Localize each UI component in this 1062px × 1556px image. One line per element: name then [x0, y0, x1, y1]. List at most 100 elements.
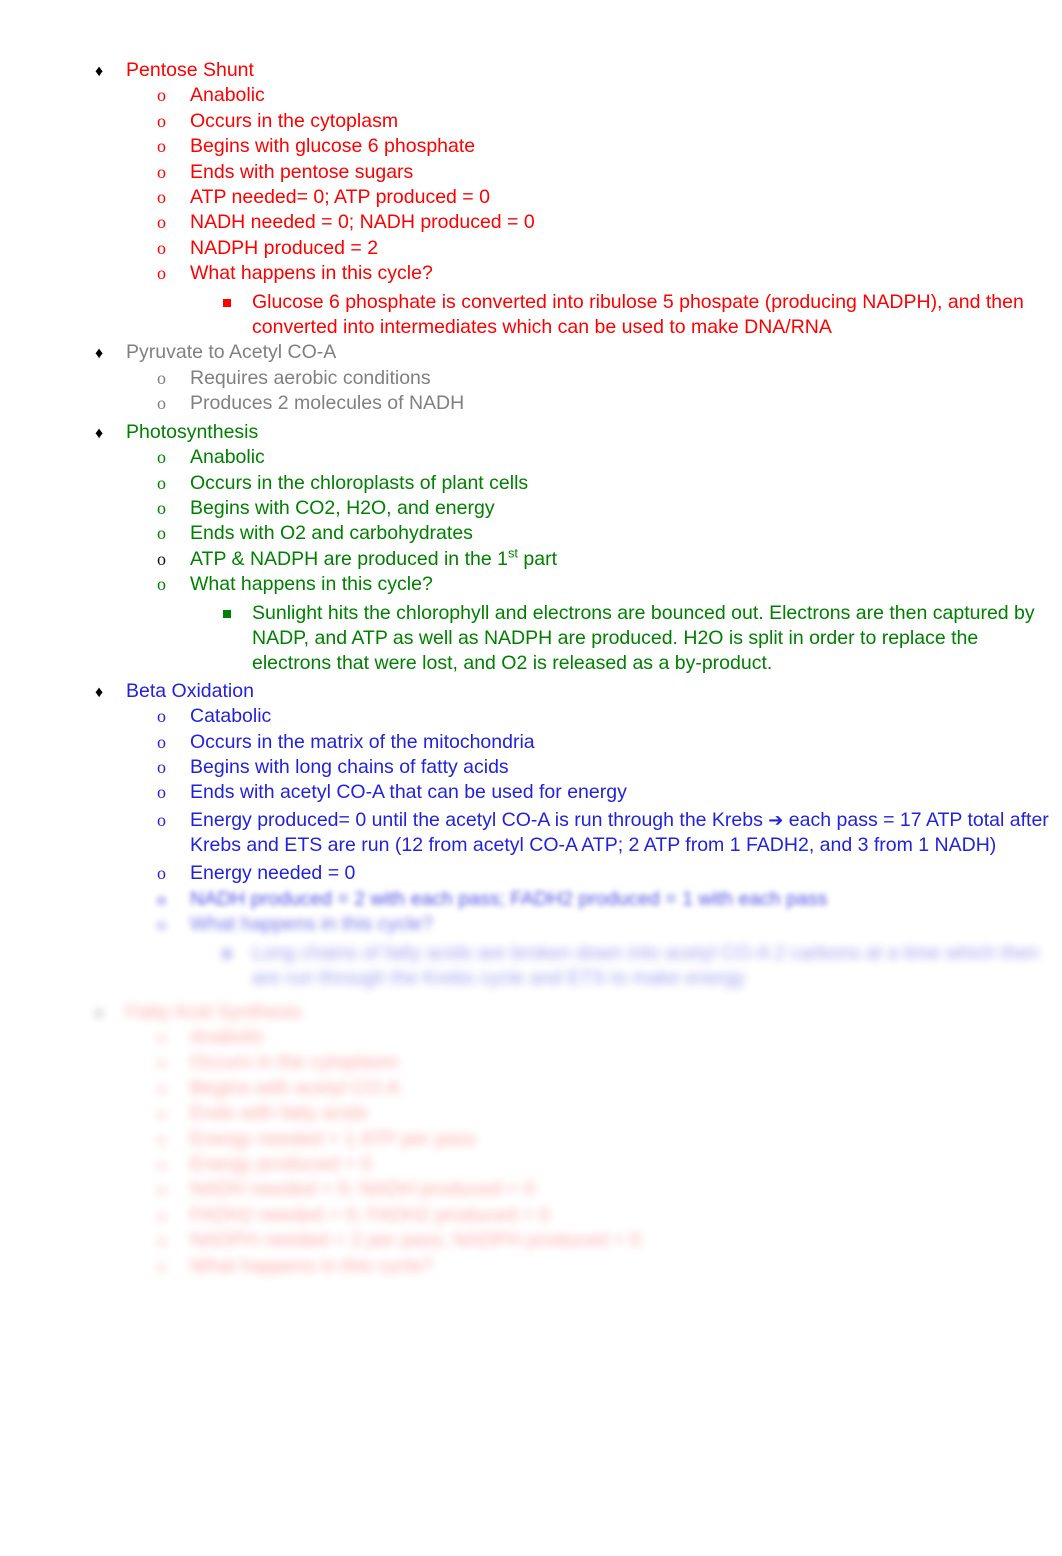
circle-bullet-icon: o: [157, 731, 166, 752]
circle-bullet-icon: o: [157, 367, 166, 388]
detail-item-label: Glucose 6 phosphate is converted into ri…: [252, 290, 1024, 339]
list-item-label: Occurs in the cytoplasm: [190, 109, 399, 132]
list-item-label: Occurs in the matrix of the mitochondria: [190, 730, 535, 753]
diamond-bullet-icon: ♦: [95, 1004, 104, 1022]
list-item-label: NADPH produced = 2: [190, 236, 379, 259]
obscured-list-item-label: Energy needed = 1 ATP per pass: [190, 1127, 477, 1150]
section-pyruvate-to-acetyl-coa: ♦ Pyruvate to Acetyl CO-A o Requires aer…: [0, 340, 1062, 416]
list-item-label: Produces 2 molecules of NADH: [190, 392, 465, 415]
circle-bullet-icon: o: [157, 523, 166, 544]
section-fatty-acid-synthesis: ♦ Fatty Acid Synthesis o Anabolic o Occu…: [0, 1000, 1062, 1279]
list-item-label: What happens in this cycle?: [190, 262, 433, 285]
list-item-energy-produced: o Energy produced= 0 until the acetyl CO…: [0, 808, 1062, 859]
circle-bullet-icon: o: [157, 706, 166, 727]
list-item: o Produces 2 molecules of NADH: [0, 391, 1062, 416]
list-item-label: NADH needed = 0; NADH produced = 0: [190, 211, 535, 234]
obscured-list-item: o Anabolic: [0, 1025, 1062, 1050]
circle-bullet-icon: o: [157, 914, 166, 935]
list-item-label: What happens in this cycle?: [190, 573, 433, 596]
obscured-list-item: o NADH needed = 0; NADH produced = 0: [0, 1177, 1062, 1202]
list-item: o Occurs in the matrix of the mitochondr…: [0, 730, 1062, 755]
list-item: o Occurs in the cytoplasm: [0, 109, 1062, 134]
obscured-list-item: o Occurs in the cytoplasm: [0, 1050, 1062, 1075]
circle-bullet-icon: o: [157, 1255, 166, 1276]
circle-bullet-icon: o: [157, 263, 166, 284]
detail-item: Sunlight hits the chlorophyll and electr…: [0, 601, 1062, 677]
right-arrow-icon: ➔: [768, 809, 784, 831]
section-heading: ♦ Pentose Shunt: [0, 58, 1062, 83]
circle-bullet-icon: o: [157, 1154, 166, 1175]
diamond-bullet-icon: ♦: [95, 345, 104, 363]
list-item-label: Energy needed = 0: [190, 861, 356, 884]
obscured-list-item-label: NADPH needed = 2 per pass; NADPH produce…: [190, 1229, 641, 1252]
obscured-list-item-label: Anabolic: [190, 1026, 265, 1049]
circle-bullet-icon: o: [157, 1128, 166, 1149]
obscured-list-item: o Begins with acetyl CO-A: [0, 1076, 1062, 1101]
list-item: o Anabolic: [0, 83, 1062, 108]
section-heading-label: Beta Oxidation: [126, 679, 254, 702]
list-item: o NADH needed = 0; NADH produced = 0: [0, 210, 1062, 235]
obscured-list-item: o What happens in this cycle?: [0, 912, 1062, 937]
obscured-list-item: o Energy needed = 1 ATP per pass: [0, 1127, 1062, 1152]
list-item: o What happens in this cycle?: [0, 261, 1062, 286]
list-item: o Requires aerobic conditions: [0, 366, 1062, 391]
diamond-bullet-icon: ♦: [95, 424, 104, 442]
obscured-list-item-label: Energy produced = 0: [190, 1153, 372, 1176]
list-item-label: Begins with glucose 6 phosphate: [190, 135, 476, 158]
list-item: o Ends with O2 and carbohydrates: [0, 521, 1062, 546]
square-bullet-icon: [223, 298, 231, 307]
list-item-label: Anabolic: [190, 446, 265, 469]
list-item-label: Requires aerobic conditions: [190, 366, 431, 389]
list-item-label: Catabolic: [190, 705, 272, 728]
circle-bullet-icon: o: [157, 1027, 166, 1048]
ordinal-suffix: st: [507, 545, 518, 561]
list-item: o Occurs in the chloroplasts of plant ce…: [0, 471, 1062, 496]
outline-body: ♦ Pentose Shunt o Anabolic o Occurs in t…: [0, 58, 1062, 1279]
section-pentose-shunt: ♦ Pentose Shunt o Anabolic o Occurs in t…: [0, 58, 1062, 340]
circle-bullet-icon: o: [157, 1230, 166, 1251]
circle-bullet-icon: o: [157, 136, 166, 157]
obscured-list-item: o Energy produced = 0: [0, 1152, 1062, 1177]
obscured-detail-item: Long chains of fatty acids are broken do…: [0, 941, 1062, 992]
circle-bullet-icon: o: [157, 237, 166, 258]
obscured-list-item-label: What happens in this cycle?: [190, 913, 433, 936]
square-bullet-icon: [223, 949, 231, 958]
obscured-list-item-label: NADH produced = 2 with each pass; FADH2 …: [190, 888, 828, 910]
list-item-label: Begins with long chains of fatty acids: [190, 755, 509, 778]
circle-bullet-icon: o: [157, 472, 166, 493]
circle-bullet-icon: o: [157, 497, 166, 518]
section-heading-label: Pentose Shunt: [126, 59, 254, 81]
circle-bullet-icon: o: [157, 862, 166, 883]
circle-bullet-icon: o: [157, 1204, 166, 1225]
obscured-detail-item-label: Long chains of fatty acids are broken do…: [252, 941, 1039, 990]
list-item: o Ends with pentose sugars: [0, 160, 1062, 185]
circle-bullet-icon: o: [157, 187, 166, 208]
list-item-label: Anabolic: [190, 84, 265, 107]
circle-bullet-icon: o: [157, 574, 166, 595]
obscured-list-item: o What happens in this cycle?: [0, 1254, 1062, 1279]
list-item: o ATP needed= 0; ATP produced = 0: [0, 185, 1062, 210]
section-photosynthesis: ♦ Photosynthesis o Anabolic o Occurs in …: [0, 420, 1062, 677]
circle-bullet-icon: o: [157, 447, 166, 468]
obscured-list-item-label: Ends with fatty acids: [190, 1102, 368, 1125]
circle-bullet-icon: o: [157, 1077, 166, 1098]
list-item: o What happens in this cycle?: [0, 572, 1062, 597]
list-item: o Begins with glucose 6 phosphate: [0, 134, 1062, 159]
circle-bullet-icon: o: [157, 1052, 166, 1073]
circle-bullet-icon: o: [157, 110, 166, 131]
section-heading: ♦ Photosynthesis: [0, 420, 1062, 445]
list-item: o Ends with acetyl CO-A that can be used…: [0, 780, 1062, 805]
circle-bullet-icon: o: [157, 212, 166, 233]
obscured-list-item: o Ends with fatty acids: [0, 1101, 1062, 1126]
obscured-list-item-label: Occurs in the cytoplasm: [190, 1051, 399, 1074]
list-item: o Begins with CO2, H2O, and energy: [0, 496, 1062, 521]
section-heading: ♦ Beta Oxidation: [0, 679, 1062, 704]
list-item-label: Begins with CO2, H2O, and energy: [190, 496, 495, 519]
circle-bullet-icon: o: [157, 889, 166, 909]
list-item-energy-needed: o Energy needed = 0: [0, 861, 1062, 886]
section-heading-label: Photosynthesis: [126, 420, 259, 443]
detail-item: Glucose 6 phosphate is converted into ri…: [0, 290, 1062, 341]
section-beta-oxidation: ♦ Beta Oxidation o Catabolic o Occurs in…: [0, 679, 1062, 992]
atp-text-suffix: part: [517, 547, 557, 570]
obscured-list-item-label: Begins with acetyl CO-A: [190, 1076, 401, 1099]
